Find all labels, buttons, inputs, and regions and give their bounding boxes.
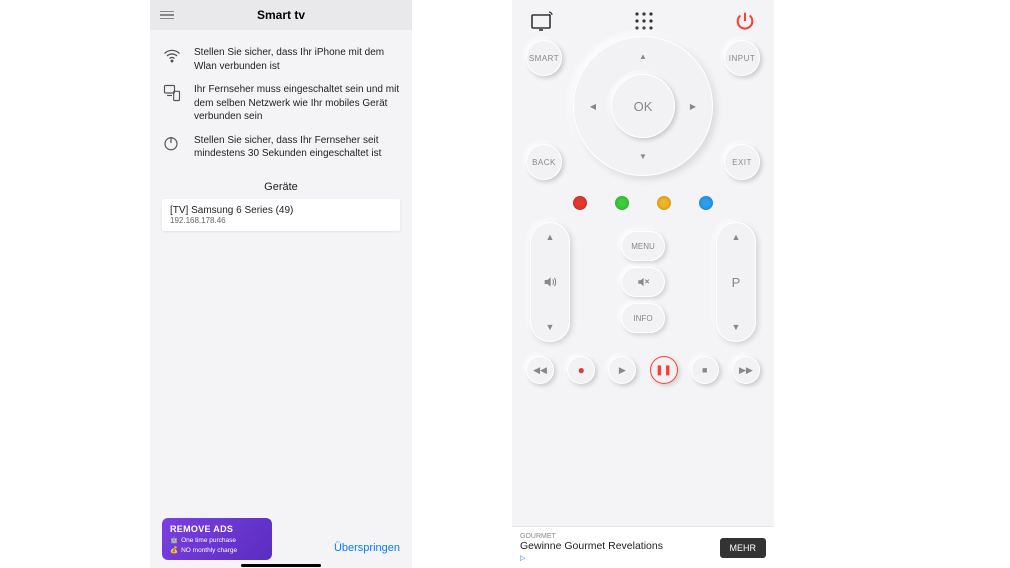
tv-cast-icon[interactable] — [530, 11, 554, 31]
mute-button[interactable] — [621, 267, 665, 297]
color-buttons — [512, 180, 774, 222]
ad-line: 🤖 One time purchase — [170, 536, 264, 544]
red-button[interactable] — [573, 196, 587, 210]
ad-cta-button[interactable]: MEHR — [720, 538, 767, 558]
tips-list: Stellen Sie sicher, dass Ihr iPhone mit … — [150, 30, 412, 171]
tip-wifi: Stellen Sie sicher, dass Ihr iPhone mit … — [162, 46, 400, 73]
adchoices-icon[interactable]: ▷ — [520, 554, 663, 562]
menu-icon[interactable] — [160, 11, 174, 20]
dpad-left[interactable]: ◀ — [583, 96, 603, 116]
page-title: Smart tv — [257, 8, 305, 22]
ad-title: REMOVE ADS — [170, 524, 264, 534]
ok-button[interactable]: OK — [611, 74, 675, 138]
exit-button[interactable]: EXIT — [724, 144, 760, 180]
program-label: P — [732, 275, 741, 290]
remote-top-bar — [512, 0, 774, 40]
ad-headline: Gewinne Gourmet Revelations — [520, 540, 663, 552]
device-name: [TV] Samsung 6 Series (49) — [170, 205, 392, 216]
devices-header: Geräte — [150, 181, 412, 193]
volume-down[interactable]: ▼ — [546, 322, 555, 332]
header: Smart tv — [150, 0, 412, 30]
device-ip: 192.168.178.46 — [170, 216, 392, 225]
keypad-icon[interactable] — [633, 10, 655, 32]
ad-brand: GOURMET — [520, 533, 663, 540]
remote-screen: SMART BACK ▲ ▼ ◀ ▶ OK INPUT EXIT ▲ ▼ — [512, 0, 774, 568]
home-indicator[interactable] — [241, 564, 321, 567]
power-button[interactable] — [734, 10, 756, 32]
yellow-button[interactable] — [657, 196, 671, 210]
tip-network: Ihr Fernseher muss eingeschaltet sein un… — [162, 83, 400, 124]
dpad: ▲ ▼ ◀ ▶ OK — [573, 36, 713, 176]
ad-banner[interactable]: GOURMET Gewinne Gourmet Revelations ▷ ME… — [512, 526, 774, 568]
play-button[interactable]: ▶ — [608, 356, 636, 384]
device-item[interactable]: [TV] Samsung 6 Series (49) 192.168.178.4… — [162, 199, 400, 231]
channel-down[interactable]: ▼ — [732, 322, 741, 332]
program-rocker: ▲ P ▼ — [716, 222, 756, 342]
stop-button[interactable]: ■ — [691, 356, 719, 384]
volume-up[interactable]: ▲ — [546, 232, 555, 242]
pause-button[interactable]: ❚❚ — [650, 356, 678, 384]
smart-button[interactable]: SMART — [526, 40, 562, 76]
tip-text: Stellen Sie sicher, dass Ihr Fernseher s… — [194, 134, 400, 161]
blue-button[interactable] — [699, 196, 713, 210]
tip-text: Stellen Sie sicher, dass Ihr iPhone mit … — [194, 46, 400, 73]
record-button[interactable]: ● — [567, 356, 595, 384]
skip-button[interactable]: Überspringen — [334, 542, 400, 554]
green-button[interactable] — [615, 196, 629, 210]
forward-button[interactable]: ▶▶ — [732, 356, 760, 384]
channel-up[interactable]: ▲ — [732, 232, 741, 242]
tip-power: Stellen Sie sicher, dass Ihr Fernseher s… — [162, 134, 400, 161]
menu-button[interactable]: MENU — [621, 231, 665, 261]
dpad-up[interactable]: ▲ — [633, 46, 653, 66]
ad-line: 💰 NO monthly charge — [170, 546, 264, 554]
rewind-button[interactable]: ◀◀ — [526, 356, 554, 384]
input-button[interactable]: INPUT — [724, 40, 760, 76]
volume-icon — [542, 274, 558, 290]
dpad-right[interactable]: ▶ — [683, 96, 703, 116]
wifi-icon — [162, 46, 182, 71]
dpad-down[interactable]: ▼ — [633, 146, 653, 166]
volume-rocker: ▲ ▼ — [530, 222, 570, 342]
remove-ads-promo[interactable]: REMOVE ADS 🤖 One time purchase 💰 NO mont… — [162, 518, 272, 560]
back-button[interactable]: BACK — [526, 144, 562, 180]
media-controls: ◀◀ ● ▶ ❚❚ ■ ▶▶ — [512, 342, 774, 384]
setup-screen: Smart tv Stellen Sie sicher, dass Ihr iP… — [150, 0, 412, 568]
power-icon — [162, 134, 182, 157]
devices-icon — [162, 83, 182, 108]
tip-text: Ihr Fernseher muss eingeschaltet sein un… — [194, 83, 400, 124]
info-button[interactable]: INFO — [621, 303, 665, 333]
